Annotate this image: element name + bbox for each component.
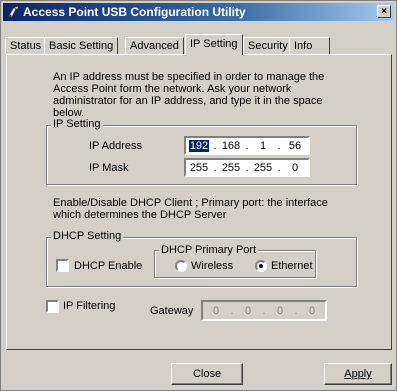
dhcp-setting-group-label: DHCP Setting xyxy=(51,230,124,242)
tab-advanced[interactable]: Advanced xyxy=(125,37,184,54)
ip-mask-field[interactable]: 255 . 255 . 255 . 0 xyxy=(184,158,310,177)
ip-address-field[interactable]: 192 . 168 . 1 . 56 xyxy=(184,136,310,155)
window-title: Access Point USB Configuration Utility xyxy=(23,5,246,19)
ip-address-octet-1: 192 xyxy=(188,139,210,152)
gateway-label: Gateway xyxy=(150,305,194,317)
ip-mask-octet-1: 255 xyxy=(189,161,209,174)
close-button[interactable]: Close xyxy=(171,363,243,385)
ip-mask-label: IP Mask xyxy=(89,162,129,174)
ip-filtering-label: IP Filtering xyxy=(63,300,116,312)
utility-window: Access Point USB Configuration Utility ×… xyxy=(0,0,397,391)
ip-address-octet-4: 56 xyxy=(288,139,302,152)
intro-text: An IP address must be specified in order… xyxy=(53,71,325,119)
dhcp-enable-checkbox[interactable] xyxy=(56,259,69,272)
dhcp-enable-label: DHCP Enable xyxy=(74,260,143,272)
ip-address-octet-2: 168 xyxy=(221,139,241,152)
ip-setting-group-label: IP Setting xyxy=(51,118,103,130)
app-icon xyxy=(6,4,22,20)
close-window-button[interactable]: × xyxy=(377,5,391,18)
tab-info[interactable]: Info xyxy=(289,37,330,54)
radio-selected-dot xyxy=(259,264,263,268)
wireless-radio[interactable] xyxy=(175,260,187,272)
ip-address-label: IP Address xyxy=(89,140,142,152)
tab-ip-setting[interactable]: IP Setting xyxy=(185,34,243,55)
dhcp-note: Enable/Disable DHCP Client ; Primary por… xyxy=(53,197,328,221)
ip-address-octet-3: 1 xyxy=(259,139,267,152)
title-bar: Access Point USB Configuration Utility × xyxy=(3,3,394,21)
ethernet-radio[interactable] xyxy=(255,260,267,272)
ip-mask-octet-4: 0 xyxy=(291,161,299,174)
gateway-field[interactable]: 0 . 0 . 0 . 0 xyxy=(201,300,327,321)
gateway-octet-4: 0 xyxy=(308,304,316,317)
gateway-octet-3: 0 xyxy=(276,304,284,317)
gateway-octet-1: 0 xyxy=(212,304,220,317)
tab-security[interactable]: Security xyxy=(243,37,293,54)
ip-mask-octet-3: 255 xyxy=(253,161,273,174)
apply-button[interactable]: Apply xyxy=(324,363,392,385)
ethernet-label: Ethernet xyxy=(271,260,313,272)
gateway-octet-2: 0 xyxy=(244,304,252,317)
ip-mask-octet-2: 255 xyxy=(221,161,241,174)
tab-status[interactable]: Status xyxy=(5,37,47,54)
wireless-label: Wireless xyxy=(191,260,234,272)
dhcp-primary-port-label: DHCP Primary Port xyxy=(159,244,259,256)
ip-filtering-checkbox[interactable] xyxy=(46,300,59,313)
tab-basic-setting[interactable]: Basic Setting xyxy=(44,37,119,54)
